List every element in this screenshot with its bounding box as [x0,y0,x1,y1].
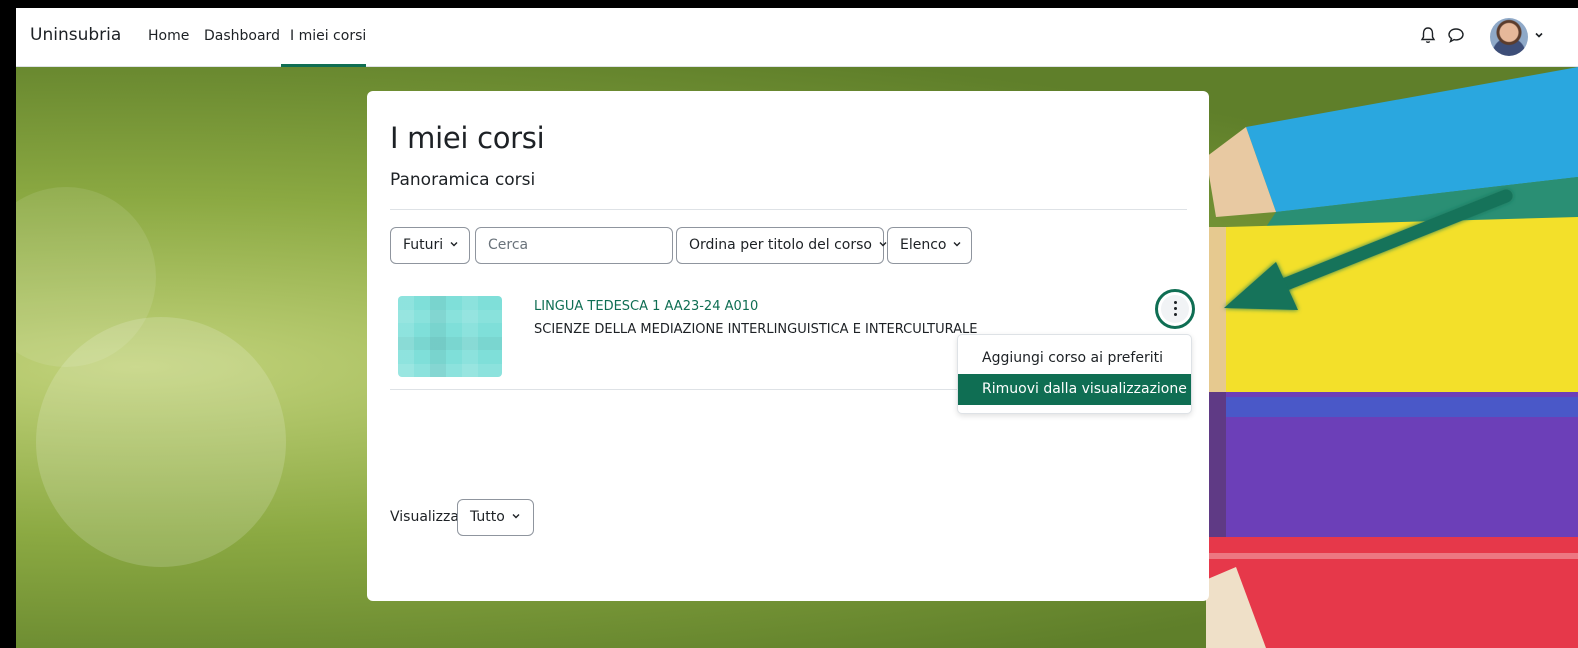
nav-link-home[interactable]: Home [148,28,189,44]
nav-link-my-courses[interactable]: I miei corsi [290,28,366,44]
nav-link-dashboard[interactable]: Dashboard [204,28,280,44]
chevron-down-icon [512,514,520,519]
colored-pencils-image [1206,67,1578,648]
menu-item-add-to-favourites[interactable]: Aggiungi corso ai preferiti [958,343,1191,374]
my-courses-card: I miei corsi Panoramica corsi Futuri Cer… [367,91,1209,601]
chevron-down-icon [879,242,887,247]
view-dropdown-label: Elenco [900,237,947,253]
course-category: SCIENZE DELLA MEDIAZIONE INTERLINGUISTIC… [534,322,978,337]
view-dropdown[interactable]: Elenco [887,227,972,264]
grouping-dropdown-label: Futuri [403,237,444,253]
chevron-down-icon [450,242,458,247]
course-actions-menu: Aggiungi corso ai preferiti Rimuovi dall… [957,334,1192,414]
section-title: Panoramica corsi [390,170,536,190]
divider [390,209,1187,210]
active-nav-indicator [281,64,366,67]
course-actions-button[interactable] [1155,289,1195,329]
paging-dropdown[interactable]: Tutto [457,499,534,536]
annotation-arrow-icon [1224,189,1513,310]
kebab-menu-icon-dot [1173,312,1177,316]
kebab-menu-icon-dot [1173,306,1177,310]
grouping-dropdown[interactable]: Futuri [390,227,470,264]
chat-icon[interactable] [1445,24,1467,46]
search-input[interactable]: Cerca [475,227,673,264]
sort-dropdown[interactable]: Ordina per titolo del corso [676,227,887,264]
page: Uninsubria Home Dashboard I miei corsi I… [16,8,1578,648]
page-title: I miei corsi [390,121,545,155]
chevron-down-icon [953,242,961,247]
kebab-menu-icon [1173,300,1177,304]
menu-item-remove-from-view[interactable]: Rimuovi dalla visualizzazione [958,374,1191,405]
course-name-link[interactable]: LINGUA TEDESCA 1 AA23-24 A010 [534,299,758,314]
sort-dropdown-label: Ordina per titolo del corso [689,237,872,253]
top-navbar: Uninsubria Home Dashboard I miei corsi [16,8,1578,67]
course-image[interactable] [398,296,502,377]
paging-dropdown-label: Tutto [470,509,505,525]
paging-label: Visualizza [390,509,459,525]
user-avatar[interactable] [1490,18,1528,56]
chevron-down-icon[interactable] [1534,30,1544,40]
site-brand[interactable]: Uninsubria [30,25,121,45]
bell-icon[interactable] [1417,24,1439,46]
